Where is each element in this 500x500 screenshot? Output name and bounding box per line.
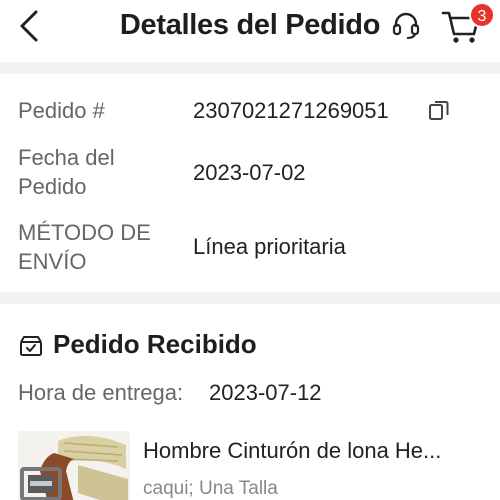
shipping-method-value: Línea prioritaria — [193, 234, 346, 259]
headset-icon[interactable] — [392, 10, 420, 40]
order-status-card: Pedido Recibido Hora de entrega: 2023-07… — [0, 304, 500, 500]
belt-image — [20, 435, 128, 500]
product-variant: caqui; Una Talla — [143, 478, 278, 499]
order-date-label-line2: Pedido — [18, 174, 87, 199]
top-bar: Detalles del Pedido 3 — [0, 0, 500, 62]
order-date-label-line1: Fecha del — [18, 145, 115, 170]
order-date-value: 2023-07-02 — [193, 160, 306, 185]
delivery-time-label: Hora de entrega: — [18, 380, 184, 405]
order-info-card: Pedido # 2307021271269051 Fecha del Pedi… — [0, 74, 500, 292]
order-status-title: Pedido Recibido — [53, 329, 257, 359]
shipping-method-label-line1: MÉTODO DE — [18, 220, 151, 245]
box-check-icon — [20, 336, 42, 356]
product-thumbnail[interactable] — [18, 431, 130, 500]
delivery-time-value: 2023-07-12 — [209, 380, 322, 405]
product-name[interactable]: Hombre Cinturón de lona He... — [143, 438, 441, 464]
order-number-label: Pedido # — [18, 98, 105, 123]
shipping-method-label-line2: ENVÍO — [18, 249, 87, 274]
page-title: Detalles del Pedido — [119, 9, 381, 41]
cart-count-badge: 3 — [469, 2, 495, 28]
order-number-value: 2307021271269051 — [193, 98, 389, 123]
copy-icon[interactable] — [428, 99, 450, 121]
